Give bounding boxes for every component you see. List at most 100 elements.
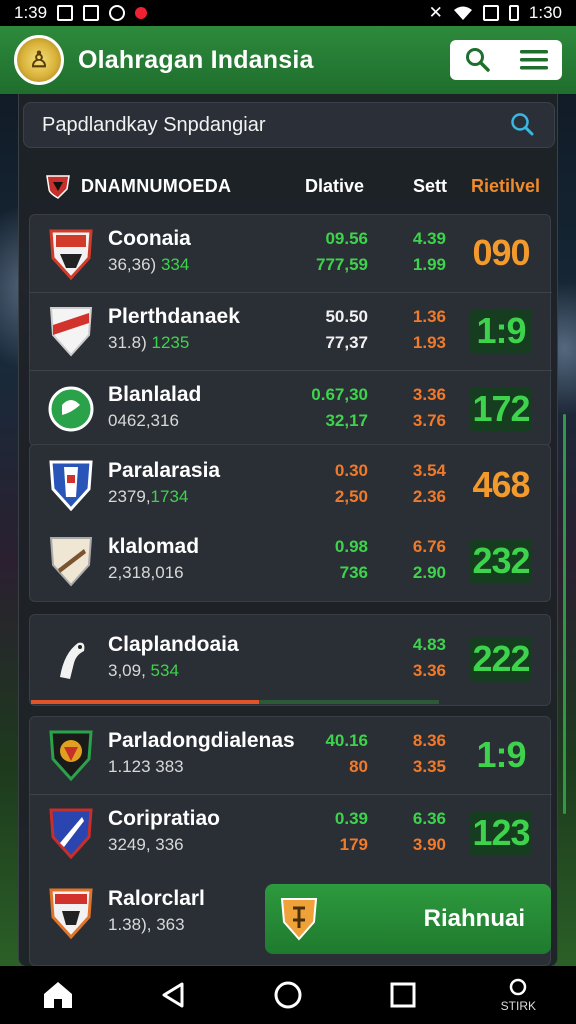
status-time-right: 1:30 — [528, 3, 562, 22]
appbar-actions — [450, 40, 562, 80]
team-name: klalomad — [108, 535, 200, 558]
match-row[interactable]: Claplandoaia 3,09, 534 4.83 3.36 222 — [30, 621, 552, 699]
gallery-icon — [83, 5, 100, 21]
team-meta: 3,09, 534 — [108, 661, 179, 680]
progress-bar — [31, 700, 439, 704]
team-name: Paralarasia — [108, 459, 221, 482]
cta-button[interactable]: Riahnuai — [265, 884, 551, 954]
score-badge: 172 — [470, 387, 532, 431]
horse-emblem-icon — [60, 642, 85, 679]
battery-icon — [508, 5, 519, 21]
odd-sett-2[interactable]: 2.36 — [376, 487, 446, 507]
odd-dlative-2[interactable]: 179 — [298, 835, 368, 855]
team-meta: 1.38), 363 — [108, 915, 185, 934]
odd-dlative-2[interactable]: 736 — [298, 563, 368, 583]
match-row[interactable]: klalomad 2,318,016 0.98 736 6.76 2.90 23… — [30, 523, 552, 601]
odd-dlative-2[interactable]: 77,37 — [298, 333, 368, 353]
search-icon[interactable] — [510, 112, 536, 138]
odd-dlative-1[interactable]: 0.67,30 — [298, 385, 368, 405]
table-header: DNAMNUMOEDA Dlative Sett Rietilvel — [19, 166, 559, 206]
team-meta: 31.8) 1235 — [108, 333, 190, 352]
team-crest-icon — [49, 730, 93, 781]
extra-nav-button[interactable]: STIRK — [488, 969, 548, 1021]
odd-sett-1[interactable]: 4.83 — [376, 635, 446, 655]
recents-button[interactable] — [373, 969, 433, 1021]
shield-badge-icon — [280, 898, 318, 941]
alert-dot-icon — [135, 7, 148, 19]
sync-icon — [109, 5, 126, 21]
status-bar: 1:39 ✕ 1:30 — [0, 0, 576, 26]
sim-icon — [482, 5, 499, 21]
team-crest-icon — [49, 229, 93, 280]
odd-dlative-2[interactable]: 777,59 — [298, 255, 368, 275]
odd-sett-1[interactable]: 4.39 — [376, 229, 446, 249]
odd-dlative-1[interactable]: 09.56 — [298, 229, 368, 249]
team-crest-icon — [49, 307, 93, 357]
odd-sett-2[interactable]: 1.99 — [376, 255, 446, 275]
team-meta: 0462,316 — [108, 411, 179, 430]
match-row[interactable]: Paralarasia 2379,1734 0.30 2,50 3.54 2.3… — [30, 445, 552, 523]
scrollbar[interactable] — [563, 414, 566, 814]
odd-sett-2[interactable]: 3.36 — [376, 661, 446, 681]
circle-icon — [274, 981, 302, 1009]
odd-sett-2[interactable]: 3.90 — [376, 835, 446, 855]
progress-fill — [31, 700, 260, 704]
team-meta: 2,318,016 — [108, 563, 184, 582]
odd-dlative-1[interactable]: 0.30 — [298, 461, 368, 481]
column-header-rietilvel[interactable]: Rietilvel — [471, 176, 540, 197]
main-panel: Papdlandkay Snpdangiar DNAMNUMOEDA Dlati… — [18, 94, 566, 966]
app-bar: ♙ Olahragan Indansia — [0, 26, 576, 94]
odd-dlative-1[interactable]: 0.98 — [298, 537, 368, 557]
square-icon — [390, 982, 416, 1008]
home-button[interactable] — [28, 969, 88, 1021]
odd-sett-1[interactable]: 3.54 — [376, 461, 446, 481]
match-group: Coonaia 36,36) 334 09.56 777,59 4.39 1.9… — [29, 214, 552, 449]
odd-dlative-2[interactable]: 32,17 — [298, 411, 368, 431]
menu-button[interactable] — [514, 44, 554, 76]
team-meta: 36,36) 334 — [108, 255, 190, 274]
league-shield-icon — [46, 175, 70, 199]
score-badge: 222 — [470, 637, 532, 681]
odd-sett-2[interactable]: 3.76 — [376, 411, 446, 431]
match-row[interactable]: Blanlalad 0462,316 0.67,30 32,17 3.36 3.… — [30, 371, 552, 449]
team-meta: 3249, 336 — [108, 835, 184, 854]
odd-dlative-1[interactable]: 0.39 — [298, 809, 368, 829]
column-header-dlative[interactable]: Dlative — [305, 176, 364, 197]
app-title: Olahragan Indansia — [78, 45, 314, 74]
team-crest-icon — [49, 808, 93, 859]
odd-sett-1[interactable]: 3.36 — [376, 385, 446, 405]
nav-label: STIRK — [500, 999, 537, 1013]
score-badge: 232 — [470, 539, 532, 583]
match-row[interactable]: Parladongdialenas 1.123 383 40.16 80 8.3… — [30, 717, 552, 795]
team-name: Coonaia — [108, 227, 191, 250]
odd-dlative-2[interactable]: 80 — [298, 757, 368, 777]
team-name: Plerthdanaek — [108, 305, 240, 328]
odd-sett-2[interactable]: 1.93 — [376, 333, 446, 353]
odd-sett-2[interactable]: 3.35 — [376, 757, 446, 777]
match-row[interactable]: Plerthdanaek 31.8) 1235 50.50 77,37 1.36… — [30, 293, 552, 371]
search-button[interactable] — [458, 44, 498, 76]
team-meta: 2379,1734 — [108, 487, 189, 506]
team-crest-icon — [49, 888, 93, 939]
home-icon — [43, 982, 72, 1008]
odd-sett-1[interactable]: 8.36 — [376, 731, 446, 751]
overview-home-button[interactable] — [258, 969, 318, 1021]
odd-dlative-1[interactable]: 40.16 — [298, 731, 368, 751]
column-header-sett[interactable]: Sett — [413, 176, 447, 197]
match-group: Paralarasia 2379,1734 0.30 2,50 3.54 2.3… — [29, 444, 551, 602]
odd-sett-1[interactable]: 1.36 — [376, 307, 446, 327]
wifi-icon — [453, 6, 472, 20]
odd-dlative-1[interactable]: 50.50 — [298, 307, 368, 327]
odd-sett-1[interactable]: 6.76 — [376, 537, 446, 557]
team-name: Coripratiao — [108, 807, 221, 830]
team-name: Blanlalad — [108, 383, 202, 406]
match-row[interactable]: Coripratiao 3249, 336 0.39 179 6.36 3.90… — [30, 795, 552, 873]
search-field[interactable]: Papdlandkay Snpdangiar — [23, 102, 555, 148]
odd-sett-2[interactable]: 2.90 — [376, 563, 446, 583]
back-button[interactable] — [143, 969, 203, 1021]
back-triangle-icon — [162, 982, 184, 1008]
odd-sett-1[interactable]: 6.36 — [376, 809, 446, 829]
match-row[interactable]: Coonaia 36,36) 334 09.56 777,59 4.39 1.9… — [30, 215, 552, 293]
score-badge: 1:9 — [470, 309, 532, 353]
odd-dlative-2[interactable]: 2,50 — [298, 487, 368, 507]
